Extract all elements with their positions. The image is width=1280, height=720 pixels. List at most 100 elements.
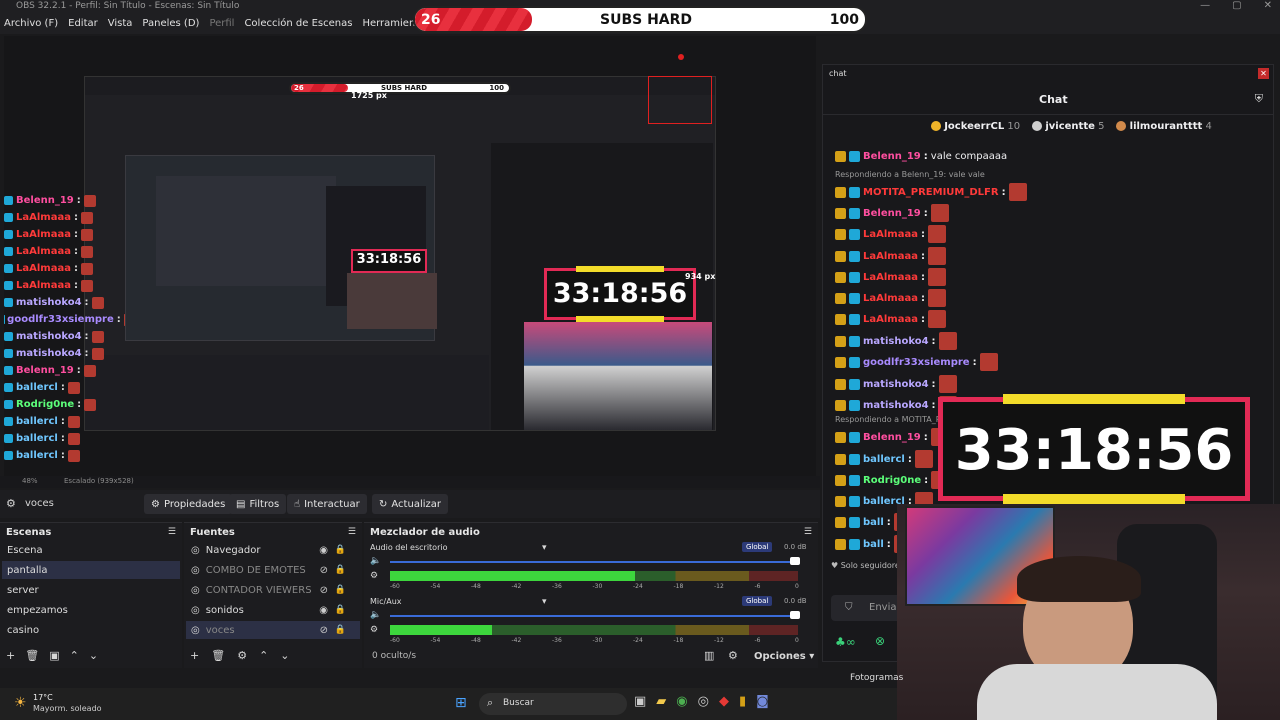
windows-icon[interactable]: ⊞ [455,695,467,711]
down-icon[interactable]: ⌄ [89,649,98,662]
chat-username[interactable]: Belenn_19 [863,432,921,443]
options-button[interactable]: Opciones ▾ [754,651,814,662]
volume-handle[interactable] [790,557,800,565]
eye-off-icon[interactable]: ⊘ [320,585,328,596]
menu-item[interactable]: Colección de Escenas [244,18,352,29]
lock-icon[interactable]: 🔒 [335,565,346,575]
menu-item[interactable]: Paneles (D) [142,18,199,29]
lock-icon[interactable]: 🔒 [335,625,346,635]
source-item[interactable]: ◎ sonidos ◉ 🔒 [186,601,360,619]
selection-box[interactable] [648,76,712,124]
close-icon[interactable]: ✕ [1258,68,1269,79]
volume-slider[interactable] [390,561,798,563]
bits-icon[interactable]: ♣∞ [835,635,856,649]
chevron-down-icon[interactable]: ▾ [542,543,547,553]
channel-tag[interactable]: Global [742,542,773,552]
sun-icon[interactable]: ☀ [14,695,27,711]
scene-item[interactable]: Escena [2,541,180,559]
users-icon[interactable]: ⛨ [1255,92,1263,106]
filters-button[interactable]: ▤ Filtros [229,494,287,514]
settings-icon[interactable]: ⚙ [370,571,378,581]
discord-icon[interactable]: ◙ [756,694,769,709]
lock-icon[interactable]: 🔒 [335,605,346,615]
add-icon[interactable]: + [190,649,199,662]
chat-username[interactable]: LaAlmaaa [863,314,918,325]
chrome-icon[interactable]: ◉ [676,694,687,709]
app-icon[interactable]: ◆ [719,694,729,709]
chat-username[interactable]: MOTITA_PREMIUM_DLFR [863,187,999,198]
dock-menu-icon[interactable]: ☰ [348,527,356,537]
folder-icon[interactable]: ▰ [656,694,666,709]
lock-icon[interactable]: 🔒 [335,545,346,555]
mixer-tick: -54 [430,583,441,590]
scene-item[interactable]: casino [2,621,180,639]
chat-username[interactable]: ball [863,517,884,528]
chat-username[interactable]: ballercl [863,454,905,465]
up-icon[interactable]: ⌃ [70,649,79,662]
chat-username[interactable]: goodlfr33xsiempre [863,357,970,368]
trash-icon[interactable]: 🗑 [211,649,225,662]
gear-icon[interactable]: ⚙ [237,649,247,662]
chat-username[interactable]: matishoko4 [863,379,929,390]
power-icon[interactable]: ⊗ [875,634,885,648]
obs-icon[interactable]: ◎ [698,694,709,709]
scene-item[interactable]: pantalla [2,561,180,579]
up-icon[interactable]: ⌃ [259,649,268,662]
dock-menu-icon[interactable]: ☰ [168,527,176,537]
menu-item[interactable]: Archivo (F) [4,18,58,29]
chat-username[interactable]: LaAlmaaa [863,229,918,240]
eye-icon[interactable]: ◉ [319,545,328,556]
search-box[interactable]: ⌕ Buscar [479,693,627,715]
settings-icon[interactable]: ⚙ [728,649,738,662]
menu-item[interactable]: Editar [68,18,98,29]
chat-username[interactable]: matishoko4 [863,336,929,347]
minimize-icon[interactable]: — [1200,0,1210,11]
chat-username[interactable]: LaAlmaaa [863,272,918,283]
speaker-icon[interactable]: 🔈 [370,556,381,566]
refresh-button[interactable]: ↻ Actualizar [372,494,448,514]
channel-tag[interactable]: Global [742,596,773,606]
taskview-icon[interactable]: ▣ [634,694,646,709]
scale-label[interactable]: Escalado (939x528) [64,477,134,485]
scene-item[interactable]: empezamos [2,601,180,619]
chat-username[interactable]: matishoko4 [863,400,929,411]
eye-off-icon[interactable]: ⊘ [320,625,328,636]
menu-item[interactable]: Vista [108,18,133,29]
menu-item[interactable]: Perfil [209,18,234,29]
add-icon[interactable]: + [6,649,15,662]
rotate-handle[interactable] [678,54,684,60]
zoom-level[interactable]: 48% [22,477,38,485]
chat-username[interactable]: LaAlmaaa [863,293,918,304]
volume-slider[interactable] [390,615,798,617]
app2-icon[interactable]: ▮ [739,694,746,709]
scene-item[interactable]: server [2,581,180,599]
filter-icon[interactable]: ▣ [49,649,59,662]
chat-username[interactable]: Rodrig0ne [863,475,921,486]
chevron-down-icon[interactable]: ▾ [542,597,547,607]
leaderboard-entry: lilmourantttt 4 [1116,121,1212,132]
volume-handle[interactable] [790,611,800,619]
properties-button[interactable]: ⚙ Propiedades [144,494,233,514]
lock-icon[interactable]: 🔒 [335,585,346,595]
close-icon[interactable]: ✕ [1264,0,1272,11]
speaker-icon[interactable]: 🔈 [370,610,381,620]
source-item[interactable]: ◎ voces ⊘ 🔒 [186,621,360,639]
down-icon[interactable]: ⌄ [280,649,289,662]
dock-menu-icon[interactable]: ☰ [804,527,812,537]
source-item[interactable]: ◎ Navegador ◉ 🔒 [186,541,360,559]
preview-canvas[interactable]: 26 SUBS HARD 100 1725 px 33:18:56 33:18:… [4,36,816,476]
source-item[interactable]: ◎ CONTADOR VIEWERS ⊘ 🔒 [186,581,360,599]
chat-username[interactable]: LaAlmaaa [863,251,918,262]
layout-icon[interactable]: ▥ [704,649,714,662]
settings-icon[interactable]: ⚙ [370,625,378,635]
interact-button[interactable]: ☝ Interactuar [287,494,367,514]
chat-username[interactable]: ball [863,539,884,550]
maximize-icon[interactable]: ▢ [1232,0,1241,11]
eye-off-icon[interactable]: ⊘ [320,565,328,576]
left-chat-line: LaAlmaaa: [4,243,124,260]
source-item[interactable]: ◎ COMBO DE EMOTES ⊘ 🔒 [186,561,360,579]
eye-icon[interactable]: ◉ [319,605,328,616]
chat-username[interactable]: Belenn_19 [863,151,921,162]
chat-username[interactable]: Belenn_19 [863,208,921,219]
trash-icon[interactable]: 🗑 [25,649,39,662]
